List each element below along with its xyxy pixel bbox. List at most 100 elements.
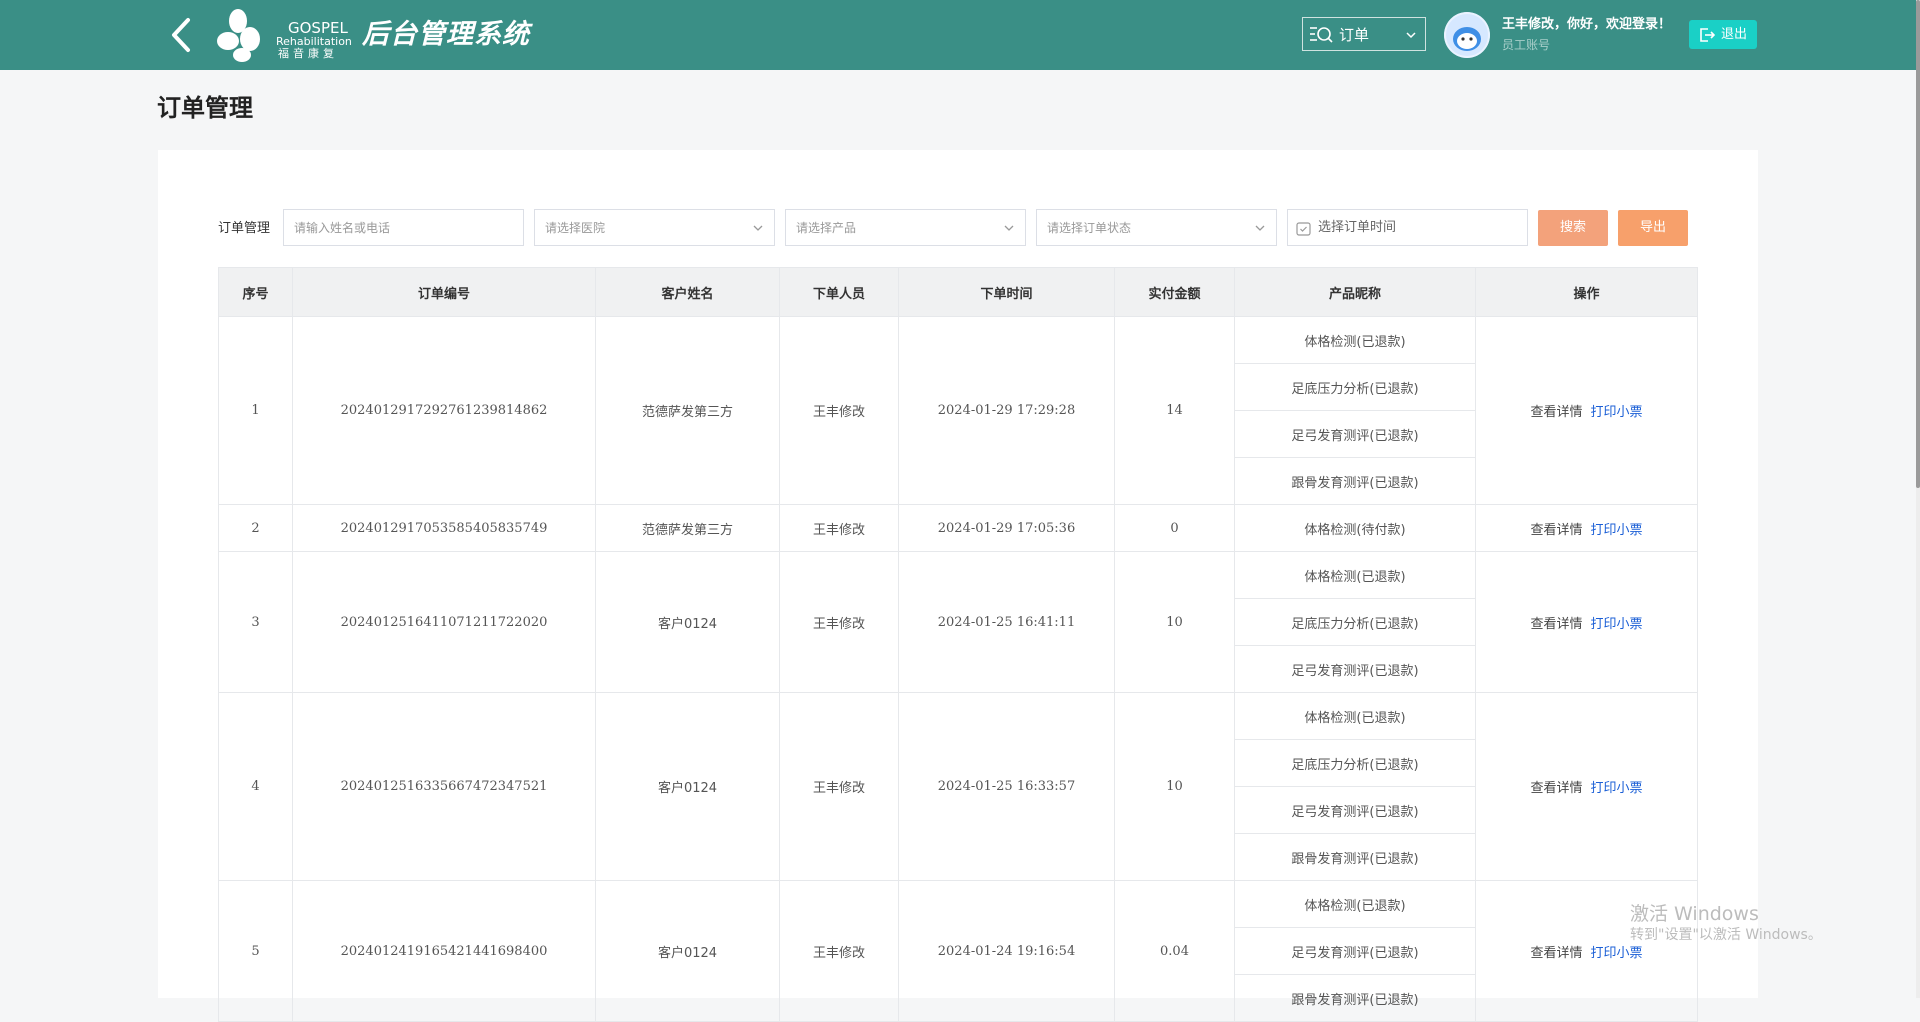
hospital-placeholder: 请选择医院 [545, 221, 606, 235]
cell-staff: 王丰修改 [779, 504, 899, 552]
col-header-products: 产品昵称 [1234, 267, 1476, 317]
cell-amount: 0.04 [1114, 880, 1235, 1022]
cell-product: 足底压力分析(已退款) [1234, 739, 1476, 787]
cell-product: 跟骨发育测评(已退款) [1234, 457, 1476, 505]
name-phone-placeholder: 请输入姓名或电话 [294, 221, 391, 235]
view-detail-link[interactable]: 查看详情 [1530, 617, 1582, 632]
cell-no: 1 [218, 316, 293, 505]
cell-actions: 查看详情 打印小票 [1475, 692, 1698, 881]
chevron-down-icon [1004, 225, 1014, 231]
welcome-text: 王丰修改，你好，欢迎登录！ [1502, 17, 1672, 32]
chevron-down-icon [1255, 225, 1265, 231]
cell-amount: 14 [1114, 316, 1235, 505]
cell-order-id: 20240124191654214416984​00 [292, 880, 596, 1022]
chevron-down-icon [1406, 32, 1416, 39]
cell-amount: 0 [1114, 504, 1235, 552]
cell-product: 体格检测(已退款) [1234, 551, 1476, 599]
cell-no: 5 [218, 880, 293, 1022]
system-title: 后台管理系统 [362, 19, 530, 50]
cell-amount: 10 [1114, 692, 1235, 881]
cell-product: 体格检测(已退款) [1234, 692, 1476, 740]
cell-no: 2 [218, 504, 293, 552]
view-detail-link[interactable]: 查看详情 [1530, 405, 1582, 420]
cell-staff: 王丰修改 [779, 316, 899, 505]
cell-customer: 客户0124 [595, 551, 780, 693]
cell-product: 体格检测(已退款) [1234, 316, 1476, 364]
cell-actions: 查看详情 打印小票 [1475, 316, 1698, 505]
product-select[interactable]: 请选择产品 [785, 209, 1026, 246]
print-receipt-link[interactable]: 打印小票 [1591, 617, 1643, 632]
cell-time: 2024-01-25 16:41:11 [898, 551, 1115, 693]
cell-time: 2024-01-24 19:16:54 [898, 880, 1115, 1022]
cell-no: 4 [218, 692, 293, 881]
logout-button[interactable]: 退出 [1689, 20, 1757, 49]
table-header-row: 序号 订单编号 客户姓名 下单人员 下单时间 实付金额 产品昵称 操作 [218, 267, 1698, 317]
module-select[interactable]: 订单 [1302, 17, 1426, 51]
status-select[interactable]: 请选择订单状态 [1036, 209, 1277, 246]
print-receipt-link[interactable]: 打印小票 [1591, 781, 1643, 796]
table-row: 1 202401291729276123981486​2 范德萨发第三方 王丰修改 20… [218, 316, 1698, 505]
col-header-actions: 操作 [1475, 267, 1698, 317]
status-placeholder: 请选择订单状态 [1047, 221, 1132, 235]
order-date-picker[interactable]: 选择订单时间 [1287, 209, 1528, 246]
calendar-icon [1296, 222, 1311, 236]
col-header-staff: 下单人员 [779, 267, 899, 317]
top-header: GOSPEL Rehabilitation 福音康复 后台管理系统 订单 王丰修… [0, 0, 1916, 70]
export-button[interactable]: 导出 [1618, 210, 1688, 246]
logo-text-cn: 福音康复 [278, 47, 338, 60]
cell-order-id: 20240125163356674723475​21 [292, 692, 596, 881]
scrollbar-thumb[interactable] [1916, 0, 1920, 488]
print-receipt-link[interactable]: 打印小票 [1591, 523, 1643, 538]
col-header-customer: 客户姓名 [595, 267, 780, 317]
orders-table: 序号 订单编号 客户姓名 下单人员 下单时间 实付金额 产品昵称 操作 1 202… [218, 267, 1698, 1022]
cell-product: 足弓发育测评(已退款) [1234, 410, 1476, 458]
name-phone-input[interactable]: 请输入姓名或电话 [283, 209, 524, 246]
cell-customer: 客户0124 [595, 880, 780, 1022]
search-button[interactable]: 搜索 [1538, 210, 1608, 246]
cell-product: 足底压力分析(已退款) [1234, 363, 1476, 411]
view-detail-link[interactable]: 查看详情 [1530, 781, 1582, 796]
cell-product: 体格检测(已退款) [1234, 880, 1476, 928]
cell-actions: 查看详情 打印小票 [1475, 504, 1698, 552]
logout-icon [1700, 28, 1715, 42]
print-receipt-link[interactable]: 打印小票 [1591, 405, 1643, 420]
chevron-down-icon [753, 225, 763, 231]
page-scrollbar[interactable] [1916, 0, 1920, 998]
module-select-value: 订单 [1339, 26, 1370, 44]
cell-product: 体格检测(待付款) [1234, 504, 1476, 552]
back-arrow-icon[interactable] [166, 16, 196, 54]
cell-customer: 客户0124 [595, 692, 780, 881]
view-detail-link[interactable]: 查看详情 [1530, 946, 1582, 961]
cell-order-id: 20240125164110712117220​20 [292, 551, 596, 693]
view-detail-link[interactable]: 查看详情 [1530, 523, 1582, 538]
cell-product: 跟骨发育测评(已退款) [1234, 974, 1476, 1022]
cell-staff: 王丰修改 [779, 880, 899, 1022]
date-placeholder: 选择订单时间 [1318, 220, 1397, 235]
cell-product: 足弓发育测评(已退款) [1234, 786, 1476, 834]
table-row: 5 20240124191654214416984​00 客户0124 王丰修改 202… [218, 880, 1698, 1022]
windows-activation-watermark: 激活 Windows 转到"设置"以激活 Windows。 [1630, 902, 1822, 944]
menu-search-icon [1310, 27, 1333, 43]
cell-product: 足弓发育测评(已退款) [1234, 645, 1476, 693]
table-row: 4 20240125163356674723475​21 客户0124 王丰修改 202… [218, 692, 1698, 881]
role-text: 员工账号 [1502, 38, 1551, 52]
page-title: 订单管理 [157, 94, 253, 122]
cell-time: 2024-01-29 17:05:36 [898, 504, 1115, 552]
avatar-face-icon [1444, 12, 1490, 58]
col-header-time: 下单时间 [898, 267, 1115, 317]
product-placeholder: 请选择产品 [796, 221, 857, 235]
cell-staff: 王丰修改 [779, 551, 899, 693]
cell-product: 足底压力分析(已退款) [1234, 598, 1476, 646]
cell-actions: 查看详情 打印小票 [1475, 551, 1698, 693]
col-header-order-id: 订单编号 [292, 267, 596, 317]
print-receipt-link[interactable]: 打印小票 [1591, 946, 1643, 961]
cell-no: 3 [218, 551, 293, 693]
cell-order-id: 20240129170535854058357​49 [292, 504, 596, 552]
cell-amount: 10 [1114, 551, 1235, 693]
avatar[interactable] [1444, 12, 1490, 58]
cell-customer: 范德萨发第三方 [595, 504, 780, 552]
logo-text-en: GOSPEL [288, 19, 348, 37]
cell-product: 跟骨发育测评(已退款) [1234, 833, 1476, 881]
hospital-select[interactable]: 请选择医院 [534, 209, 775, 246]
cell-customer: 范德萨发第三方 [595, 316, 780, 505]
